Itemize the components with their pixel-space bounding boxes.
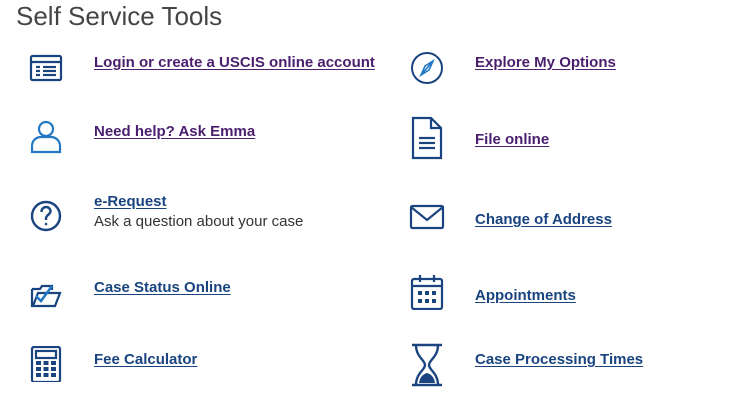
- file-online-link[interactable]: File online: [475, 130, 549, 150]
- explore-options-link[interactable]: Explore My Options: [475, 53, 616, 73]
- folder-check-icon: [28, 276, 64, 312]
- person-icon: [28, 118, 64, 154]
- login-link[interactable]: Login or create a USCIS online account: [94, 53, 375, 73]
- e-request-link[interactable]: e-Request: [94, 192, 167, 212]
- browser-window-icon: [28, 50, 64, 86]
- calculator-icon: [28, 346, 64, 382]
- case-status-link[interactable]: Case Status Online: [94, 278, 231, 298]
- change-of-address-link[interactable]: Change of Address: [475, 210, 612, 230]
- page-title: Self Service Tools: [16, 1, 223, 31]
- envelope-icon: [409, 200, 445, 236]
- ask-emma-link[interactable]: Need help? Ask Emma: [94, 122, 255, 142]
- calendar-icon: [409, 274, 445, 310]
- question-circle-icon: [28, 198, 64, 234]
- appointments-link[interactable]: Appointments: [475, 286, 576, 306]
- fee-calculator-link[interactable]: Fee Calculator: [94, 350, 197, 370]
- document-icon: [409, 116, 445, 160]
- hourglass-icon: [409, 343, 445, 387]
- case-processing-times-link[interactable]: Case Processing Times: [475, 350, 643, 370]
- e-request-description: Ask a question about your case: [94, 213, 304, 230]
- compass-icon: [409, 50, 445, 86]
